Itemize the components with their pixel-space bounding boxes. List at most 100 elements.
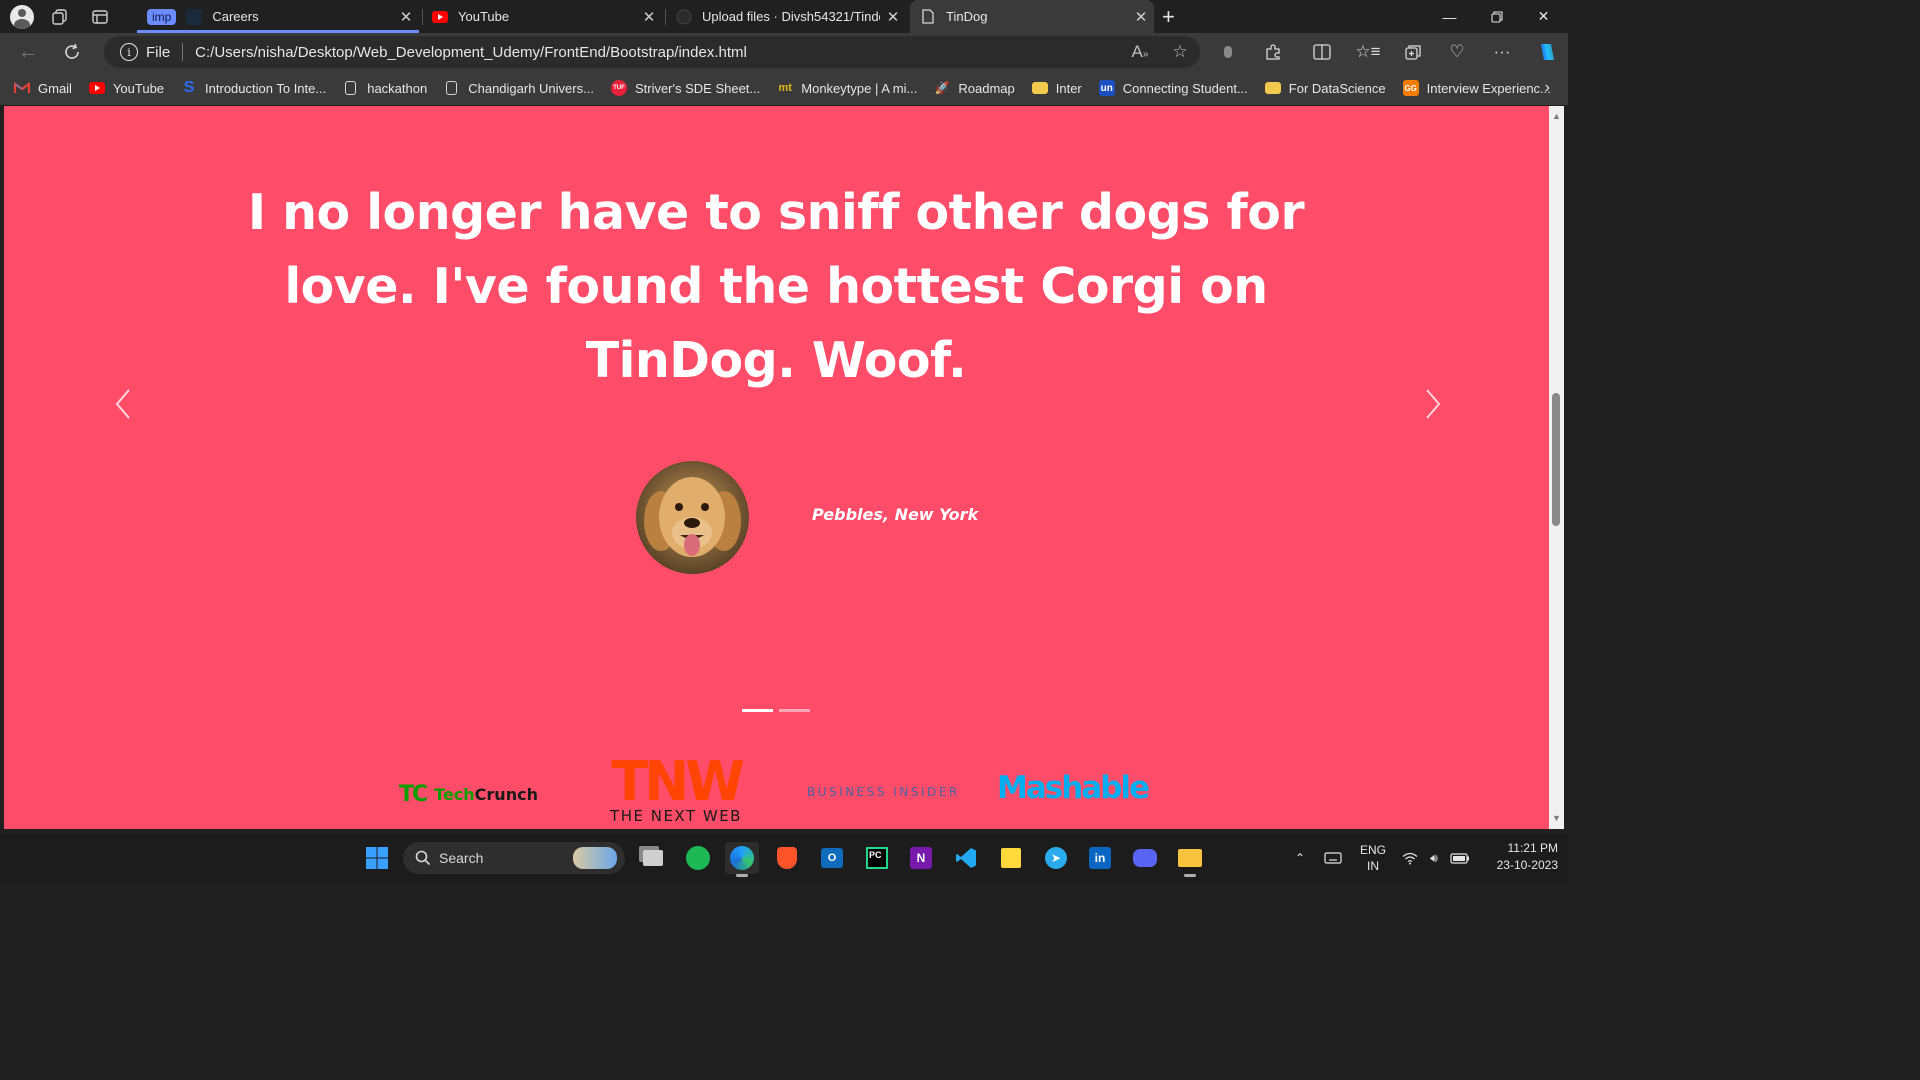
linkedin-icon[interactable]: in [1083,842,1117,874]
monkeytype-icon: mt [778,82,792,94]
bookmark-label: hackathon [367,80,428,96]
scroll-up-arrow-icon[interactable]: ▲ [1552,112,1561,121]
tab-actions-icon[interactable] [80,0,120,33]
extensions-puzzle-icon[interactable] [1253,33,1293,71]
youtube-icon [88,80,105,96]
chevron-left-icon [115,389,130,419]
techcrunch-crunch: Crunch [474,785,538,804]
carousel-prev-button[interactable] [108,384,138,424]
windows-start-icon[interactable] [360,842,394,874]
new-tab-button[interactable]: + [1158,0,1188,33]
bookmark-scaler[interactable]: S Introduction To Inte... [181,79,327,96]
bookmarks-overflow-chevron-icon[interactable]: › [1545,71,1550,105]
bookmark-striver[interactable]: TUF Striver's SDE Sheet... [610,80,760,96]
back-arrow-icon: ← [18,40,38,63]
favorites-icon[interactable]: ☆≡ [1348,33,1388,71]
bookmark-gmail[interactable]: Gmail [14,80,72,96]
unstop-icon: un [1098,80,1115,96]
gfg-icon: GG [1402,80,1419,96]
favorite-star-icon[interactable]: ☆ [1160,42,1200,62]
carousel-next-button[interactable] [1418,384,1448,424]
keyboard-icon[interactable] [1320,834,1346,882]
bookmark-label: Interview Experienc... [1426,80,1551,96]
scrollbar-thumb[interactable] [1552,393,1560,526]
tab-title: Upload files · Divsh54321/Tindog [702,9,880,24]
back-button[interactable]: ← [6,33,50,71]
plus-icon: + [1162,3,1175,29]
tab-group-label[interactable]: imp [147,8,177,25]
bookmark-roadmap[interactable]: 🚀 Roadmap [934,80,1015,96]
bookmark-folder-inter[interactable]: Inter [1031,81,1082,96]
file-explorer-icon[interactable] [1173,842,1207,877]
tab-youtube[interactable]: YouTube ✕ [422,0,662,33]
browser-essentials-icon[interactable]: ♡ [1437,33,1477,71]
close-icon[interactable]: ✕ [880,8,906,26]
site-info-icon[interactable]: i [120,43,138,61]
refresh-button[interactable] [50,33,94,71]
address-bar[interactable]: i File C:/Users/nisha/Desktop/Web_Develo… [104,36,1200,68]
volume-icon[interactable]: 🔊︎ [1424,834,1444,882]
edge-icon[interactable] [725,842,759,877]
task-view-icon[interactable] [636,842,670,874]
carousel-indicators [742,709,810,712]
restore-button[interactable] [1473,0,1520,33]
close-icon[interactable]: ✕ [393,8,419,26]
github-icon [676,9,692,25]
onenote-icon[interactable]: N [904,842,938,874]
clock-date: 23-10-2023 [1496,858,1558,872]
bookmark-youtube[interactable]: YouTube [88,80,165,96]
youtube-icon [432,9,448,25]
restore-icon [1490,10,1503,23]
wifi-icon[interactable] [1400,834,1420,882]
sticky-notes-icon[interactable] [994,842,1028,874]
pycharm-icon[interactable]: PC [860,842,894,874]
bookmark-interview[interactable]: GG Interview Experienc... [1402,80,1551,96]
bookmark-chandigarh[interactable]: Chandigarh Univers... [444,81,594,96]
language-indicator[interactable]: ENG IN [1354,834,1392,882]
gmail-icon [14,80,30,96]
discord-icon[interactable] [1128,842,1162,874]
chevron-right-icon [1426,389,1441,419]
collections-icon[interactable] [1393,33,1433,71]
bookmark-unstop[interactable]: un Connecting Student... [1098,80,1248,96]
carousel-indicator-2[interactable] [779,709,810,712]
brave-icon[interactable] [770,842,804,874]
more-menu-icon[interactable]: ··· [1482,33,1522,71]
folder-icon [1264,82,1281,94]
bookmark-label: YouTube [112,80,165,96]
language-line2: IN [1367,859,1379,873]
profile-avatar-icon[interactable] [10,4,34,29]
taskbar-search[interactable]: Search [403,842,625,874]
mashable-logo: Mashable [997,770,1150,806]
document-icon [446,81,458,95]
close-icon[interactable]: ✕ [1128,8,1154,26]
spotify-icon[interactable] [681,842,715,874]
carousel-indicator-1[interactable] [742,709,773,712]
refresh-icon [65,43,79,59]
extension-dot-icon[interactable] [1208,33,1248,71]
bookmark-monkeytype[interactable]: mt Monkeytype | A mi... [777,80,918,96]
workspaces-icon[interactable] [40,0,80,33]
page-scrollbar[interactable]: ▲ ▼ [1549,106,1564,829]
close-window-button[interactable]: ✕ [1520,0,1567,33]
url-text[interactable]: C:/Users/nisha/Desktop/Web_Development_U… [195,44,1120,61]
scroll-down-arrow-icon[interactable]: ▼ [1552,814,1561,823]
bookmark-folder-datascience[interactable]: For DataScience [1264,81,1386,96]
tab-careers[interactable]: imp Careers ✕ [137,0,419,33]
close-icon[interactable]: ✕ [636,8,662,26]
battery-icon[interactable] [1448,834,1472,882]
read-aloud-icon[interactable]: A» [1120,42,1160,62]
scaler-icon: S [183,79,195,96]
outlook-icon[interactable]: O [815,842,849,874]
split-screen-icon[interactable] [1302,33,1342,71]
bookmark-hackathon[interactable]: hackathon [343,81,427,96]
copilot-icon[interactable] [1526,33,1566,71]
tab-github-upload[interactable]: Upload files · Divsh54321/Tindog ✕ [666,0,906,33]
vscode-icon[interactable] [949,842,983,874]
tab-tindog[interactable]: TinDog ✕ [910,0,1154,33]
tray-overflow-chevron-icon[interactable]: ⌃ [1288,834,1312,882]
telegram-icon[interactable]: ➤ [1039,842,1073,874]
taskbar-clock[interactable]: 11:21 PM 23-10-2023 [1478,840,1558,874]
testimonial-quote: I no longer have to sniff other dogs for… [247,184,1305,389]
minimize-button[interactable]: — [1426,0,1473,33]
